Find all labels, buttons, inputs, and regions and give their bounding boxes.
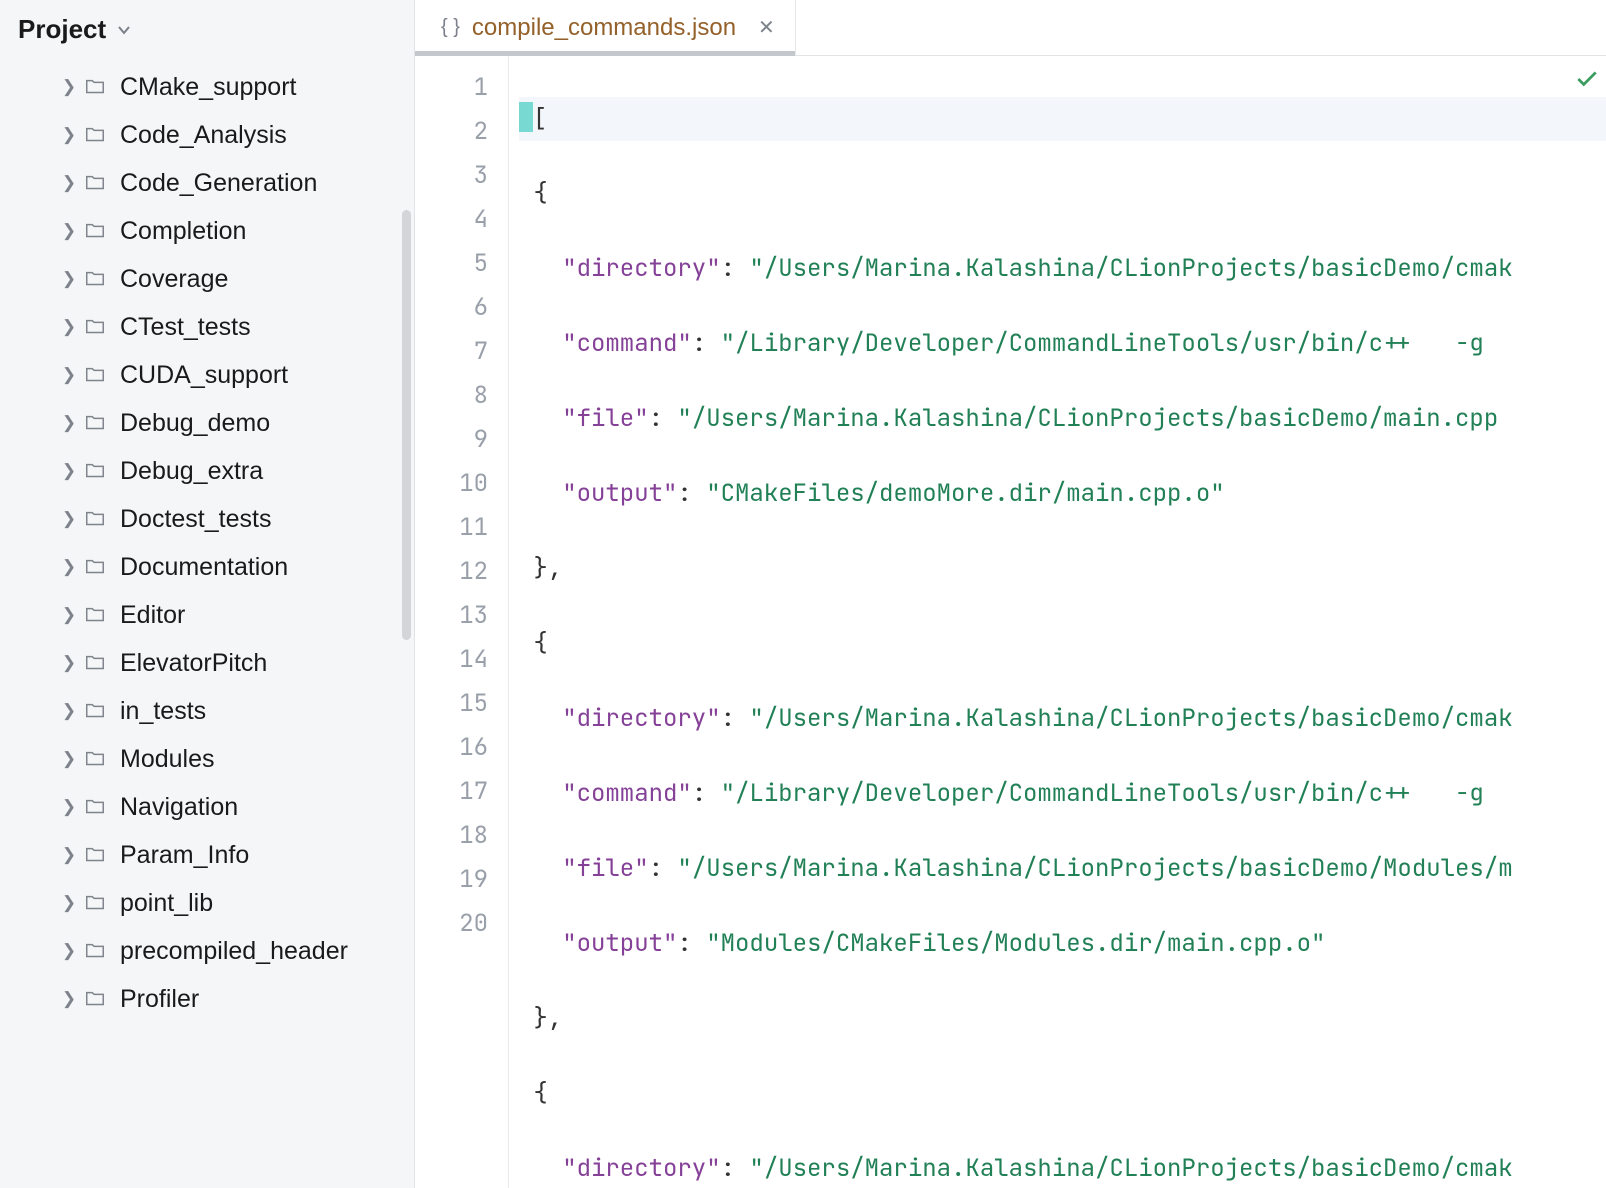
chevron-right-icon: ❯ — [58, 605, 80, 625]
chevron-right-icon: ❯ — [58, 509, 80, 529]
folder-icon — [84, 700, 110, 722]
folder-icon — [84, 316, 110, 338]
tree-label: CTest_tests — [120, 313, 251, 342]
tree-label: Param_Info — [120, 841, 249, 870]
tree-label: CMake_support — [120, 73, 296, 102]
tree-item[interactable]: ❯ Completion — [0, 207, 414, 255]
folder-icon — [84, 796, 110, 818]
tree-label: Code_Generation — [120, 169, 317, 198]
tree-label: Documentation — [120, 553, 288, 582]
chevron-right-icon: ❯ — [58, 653, 80, 673]
json-file-icon: { } — [441, 16, 460, 39]
editor-area: { } compile_commands.json ✕ 1 2 3 4 5 6 … — [415, 0, 1606, 1188]
folder-icon — [84, 748, 110, 770]
tree-label: point_lib — [120, 889, 213, 918]
tree-item[interactable]: ❯ precompiled_header — [0, 927, 414, 975]
tree-item[interactable]: ❯ Navigation — [0, 783, 414, 831]
tree-item[interactable]: ❯ CTest_tests — [0, 303, 414, 351]
chevron-right-icon: ❯ — [58, 125, 80, 145]
tree-label: Coverage — [120, 265, 228, 294]
tree-label: CUDA_support — [120, 361, 288, 390]
tree-label: precompiled_header — [120, 937, 348, 966]
chevron-right-icon: ❯ — [58, 557, 80, 577]
tree-item[interactable]: ❯ ElevatorPitch — [0, 639, 414, 687]
folder-icon — [84, 364, 110, 386]
tree-label: Debug_extra — [120, 457, 263, 486]
code-editor[interactable]: 1 2 3 4 5 6 7 8 9 10 11 12 13 14 15 16 1… — [415, 56, 1606, 1188]
editor-tabs: { } compile_commands.json ✕ — [415, 0, 1606, 56]
tree-item[interactable]: ❯ Debug_extra — [0, 447, 414, 495]
tab-compile-commands[interactable]: { } compile_commands.json ✕ — [415, 0, 796, 55]
chevron-right-icon: ❯ — [58, 317, 80, 337]
chevron-down-icon — [116, 22, 132, 38]
tree-label: Profiler — [120, 985, 199, 1014]
chevron-right-icon: ❯ — [58, 989, 80, 1009]
chevron-right-icon: ❯ — [58, 77, 80, 97]
folder-icon — [84, 460, 110, 482]
tree-item[interactable]: ❯ Documentation — [0, 543, 414, 591]
tree-item[interactable]: ❯ Debug_demo — [0, 399, 414, 447]
folder-icon — [84, 988, 110, 1010]
project-title: Project — [18, 14, 106, 45]
chevron-right-icon: ❯ — [58, 269, 80, 289]
tree-item[interactable]: ❯ CUDA_support — [0, 351, 414, 399]
tree-label: Completion — [120, 217, 246, 246]
project-tree[interactable]: ❯ CMake_support ❯ Code_Analysis ❯ Code_Gene… — [0, 59, 414, 1043]
project-tool-header[interactable]: Project — [0, 0, 414, 59]
tree-label: Modules — [120, 745, 215, 774]
tree-item[interactable]: ❯ Editor — [0, 591, 414, 639]
chevron-right-icon: ❯ — [58, 797, 80, 817]
chevron-right-icon: ❯ — [58, 893, 80, 913]
close-icon[interactable]: ✕ — [758, 15, 775, 40]
chevron-right-icon: ❯ — [58, 701, 80, 721]
tree-item[interactable]: ❯ CMake_support — [0, 63, 414, 111]
gutter: 1 2 3 4 5 6 7 8 9 10 11 12 13 14 15 16 1… — [415, 56, 509, 1188]
folder-icon — [84, 508, 110, 530]
chevron-right-icon: ❯ — [58, 413, 80, 433]
tree-item[interactable]: ❯ Modules — [0, 735, 414, 783]
tree-item[interactable]: ❯ Profiler — [0, 975, 414, 1023]
folder-icon — [84, 556, 110, 578]
folder-icon — [84, 940, 110, 962]
tree-item[interactable]: ❯ in_tests — [0, 687, 414, 735]
folder-icon — [84, 268, 110, 290]
chevron-right-icon: ❯ — [58, 461, 80, 481]
tree-item[interactable]: ❯ Coverage — [0, 255, 414, 303]
tree-label: Editor — [120, 601, 185, 630]
folder-icon — [84, 76, 110, 98]
chevron-right-icon: ❯ — [58, 173, 80, 193]
sidebar-scrollbar[interactable] — [402, 210, 411, 640]
tree-item[interactable]: ❯ Param_Info — [0, 831, 414, 879]
tree-label: ElevatorPitch — [120, 649, 267, 678]
tree-label: in_tests — [120, 697, 206, 726]
inspections-ok-icon[interactable] — [1574, 66, 1600, 92]
folder-icon — [84, 604, 110, 626]
project-sidebar: Project ❯ CMake_support ❯ Code_Analysis ❯ C… — [0, 0, 415, 1188]
folder-icon — [84, 652, 110, 674]
tree-item[interactable]: ❯ Code_Analysis — [0, 111, 414, 159]
code-body[interactable]: [ { "directory": "/Users/Marina.Kalashin… — [509, 56, 1606, 1188]
chevron-right-icon: ❯ — [58, 365, 80, 385]
folder-icon — [84, 892, 110, 914]
tree-label: Navigation — [120, 793, 238, 822]
folder-icon — [84, 412, 110, 434]
tree-item[interactable]: ❯ Code_Generation — [0, 159, 414, 207]
folder-icon — [84, 172, 110, 194]
chevron-right-icon: ❯ — [58, 749, 80, 769]
tree-label: Doctest_tests — [120, 505, 271, 534]
chevron-right-icon: ❯ — [58, 941, 80, 961]
tab-label: compile_commands.json — [472, 14, 736, 42]
chevron-right-icon: ❯ — [58, 221, 80, 241]
tree-label: Code_Analysis — [120, 121, 287, 150]
caret — [519, 102, 533, 132]
tree-label: Debug_demo — [120, 409, 270, 438]
folder-icon — [84, 844, 110, 866]
tree-item[interactable]: ❯ point_lib — [0, 879, 414, 927]
folder-icon — [84, 220, 110, 242]
chevron-right-icon: ❯ — [58, 845, 80, 865]
folder-icon — [84, 124, 110, 146]
tree-item[interactable]: ❯ Doctest_tests — [0, 495, 414, 543]
